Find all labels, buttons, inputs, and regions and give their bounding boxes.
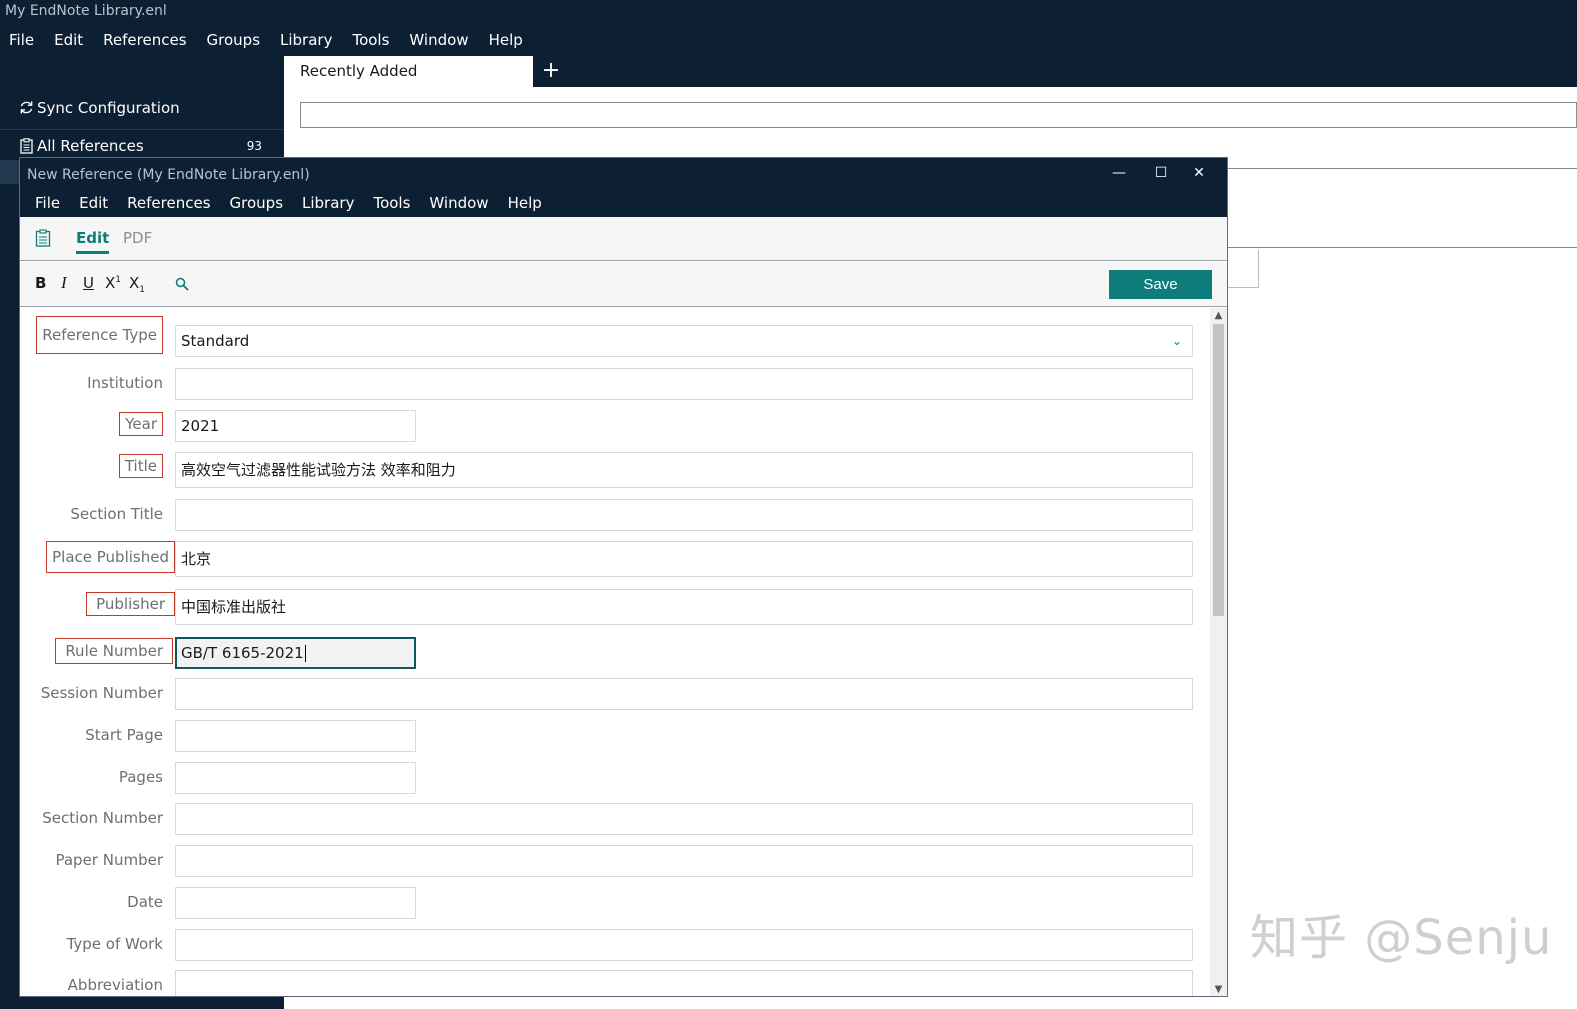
section-title-field[interactable]: [175, 499, 1193, 531]
rule-number-field[interactable]: GB/T 6165-2021: [175, 637, 416, 669]
subscript-x: X: [129, 274, 140, 292]
clipboard-icon[interactable]: [35, 229, 51, 247]
scroll-down-icon[interactable]: ▼: [1210, 982, 1227, 996]
watermark-text: 知乎 @Senju: [1250, 910, 1553, 966]
date-field[interactable]: [175, 887, 416, 919]
maximize-button[interactable]: ☐: [1149, 162, 1173, 184]
rule-number-value: GB/T 6165-2021: [181, 644, 304, 662]
main-menu-file[interactable]: File: [6, 29, 37, 51]
all-references-item[interactable]: All References 93: [0, 132, 284, 160]
dlg-menu-help[interactable]: Help: [505, 194, 545, 212]
divider: [1227, 168, 1577, 169]
dlg-menu-window[interactable]: Window: [426, 194, 491, 212]
reference-form: Reference Type Standard ⌄ Institution Ye…: [20, 308, 1227, 996]
type-of-work-field[interactable]: [175, 929, 1193, 961]
paper-number-label: Paper Number: [55, 851, 163, 869]
pages-field[interactable]: [175, 762, 416, 794]
main-menu-groups[interactable]: Groups: [204, 29, 263, 51]
close-button[interactable]: ✕: [1187, 162, 1211, 184]
date-label: Date: [127, 893, 163, 911]
superscript-x: X: [105, 274, 116, 292]
main-menu-window[interactable]: Window: [406, 29, 471, 51]
panel-corner: [1227, 250, 1259, 288]
sidebar-selected-row[interactable]: [0, 160, 20, 184]
main-window-title: My EndNote Library.enl: [0, 0, 1577, 24]
main-menu-references[interactable]: References: [100, 29, 189, 51]
new-reference-window: New Reference (My EndNote Library.enl) —…: [19, 157, 1228, 997]
start-page-label: Start Page: [85, 726, 163, 744]
tab-edit[interactable]: Edit: [76, 229, 110, 254]
type-of-work-label: Type of Work: [66, 935, 163, 953]
dlg-menu-groups[interactable]: Groups: [227, 194, 286, 212]
place-published-field[interactable]: 北京: [175, 541, 1193, 577]
reference-type-label: Reference Type: [36, 316, 163, 354]
dlg-menu-references[interactable]: References: [124, 194, 213, 212]
divider: [1227, 247, 1577, 248]
main-menubar: File Edit References Groups Library Tool…: [0, 24, 1577, 56]
library-tabbar: Recently Added +: [284, 56, 1577, 87]
main-menu-library[interactable]: Library: [277, 29, 335, 51]
abbreviation-label: Abbreviation: [67, 976, 163, 994]
format-toolbar: B I U X1 X1 Save: [20, 262, 1227, 307]
sync-icon: [18, 100, 34, 116]
rule-number-label: Rule Number: [55, 638, 173, 664]
chevron-down-icon: ⌄: [1171, 334, 1182, 348]
scroll-thumb[interactable]: [1213, 324, 1224, 616]
scroll-up-icon[interactable]: ▲: [1210, 308, 1227, 324]
underline-button[interactable]: U: [83, 274, 94, 292]
search-icon[interactable]: [175, 276, 191, 292]
sync-configuration-item[interactable]: Sync Configuration: [0, 86, 284, 130]
dlg-menu-tools[interactable]: Tools: [370, 194, 413, 212]
dlg-menu-library[interactable]: Library: [299, 194, 357, 212]
institution-label: Institution: [87, 374, 163, 392]
publisher-field[interactable]: 中国标准出版社: [175, 589, 1193, 625]
all-references-count: 93: [246, 139, 262, 153]
dlg-menu-file[interactable]: File: [32, 194, 63, 212]
publisher-label: Publisher: [86, 592, 175, 616]
sync-configuration-label: Sync Configuration: [37, 98, 180, 117]
minimize-button[interactable]: —: [1107, 162, 1131, 184]
pages-label: Pages: [118, 768, 163, 786]
main-menu-tools[interactable]: Tools: [349, 29, 392, 51]
year-field[interactable]: 2021: [175, 410, 416, 442]
paper-number-field[interactable]: [175, 845, 1193, 877]
section-number-label: Section Number: [42, 809, 163, 827]
form-scrollbar[interactable]: ▲ ▼: [1210, 308, 1227, 996]
dlg-menu-edit[interactable]: Edit: [76, 194, 111, 212]
bold-button[interactable]: B: [35, 274, 46, 292]
add-tab-button[interactable]: +: [540, 59, 562, 83]
clipboard-icon: [18, 138, 34, 154]
section-title-label: Section Title: [70, 505, 163, 523]
reference-type-select[interactable]: Standard ⌄: [175, 325, 1193, 357]
library-search-input[interactable]: [300, 102, 1577, 128]
title-field[interactable]: 高效空气过滤器性能试验方法 效率和阻力: [175, 452, 1193, 488]
place-published-label: Place Published: [46, 541, 175, 573]
superscript-mark: 1: [115, 275, 122, 285]
session-number-label: Session Number: [40, 684, 163, 702]
all-references-label: All References: [37, 137, 144, 155]
dialog-tabs: Edit PDF: [20, 217, 1227, 261]
start-page-field[interactable]: [175, 720, 416, 752]
superscript-button[interactable]: X1: [105, 274, 121, 292]
tab-recently-added[interactable]: Recently Added: [284, 56, 533, 87]
main-menu-edit[interactable]: Edit: [51, 29, 86, 51]
tab-pdf[interactable]: PDF: [123, 229, 152, 247]
year-label: Year: [119, 412, 163, 436]
title-label: Title: [118, 454, 163, 478]
subscript-mark: 1: [139, 285, 146, 295]
subscript-button[interactable]: X1: [129, 274, 145, 295]
dialog-menubar: File Edit References Groups Library Tool…: [20, 188, 1227, 217]
main-menu-help[interactable]: Help: [486, 29, 526, 51]
section-number-field[interactable]: [175, 803, 1193, 835]
text-caret: [304, 645, 306, 662]
institution-field[interactable]: [175, 368, 1193, 400]
save-button[interactable]: Save: [1109, 270, 1212, 299]
reference-type-value: Standard: [181, 332, 250, 350]
abbreviation-field[interactable]: [175, 970, 1193, 996]
dialog-title: New Reference (My EndNote Library.enl): [20, 158, 1227, 188]
italic-button[interactable]: I: [61, 273, 67, 293]
session-number-field[interactable]: [175, 678, 1193, 710]
